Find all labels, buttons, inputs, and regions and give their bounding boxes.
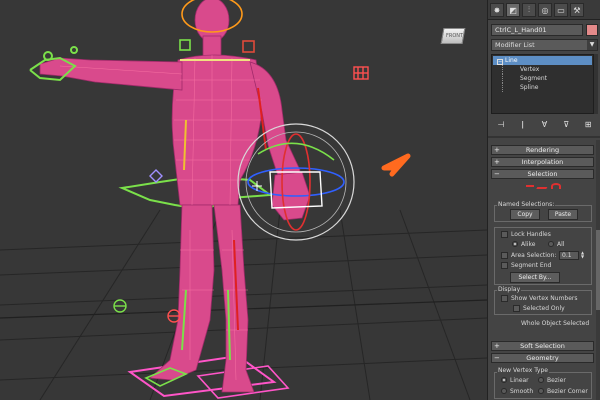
all-label: All	[557, 241, 565, 248]
remove-modifier-icon[interactable]: ⊽	[560, 119, 572, 131]
bezier-radio[interactable]	[538, 377, 544, 383]
smooth-radio[interactable]	[501, 388, 507, 394]
selection-status-text: Whole Object Selected	[521, 320, 590, 327]
all-radio[interactable]	[548, 241, 554, 247]
command-panel-tabs: ✸ ◩ ⫶ ◎ ▭ ⚒	[488, 0, 600, 20]
object-color-swatch[interactable]	[586, 24, 598, 36]
area-selection-checkbox[interactable]	[501, 252, 508, 259]
select-by-button[interactable]: Select By...	[510, 272, 560, 283]
lock-handles-label: Lock Handles	[511, 231, 551, 238]
stack-item-spline[interactable]: Spline	[502, 83, 592, 92]
shoulder-control-right	[179, 39, 191, 51]
stack-scrollbar[interactable]	[594, 54, 598, 114]
stack-item-vertex[interactable]: Vertex	[502, 65, 592, 74]
bezier-corner-label: Bezier Corner	[547, 388, 588, 395]
segment-end-checkbox[interactable]	[501, 262, 508, 269]
viewcube-label: FRONT	[446, 33, 464, 39]
segment-end-label: Segment End	[511, 262, 552, 269]
create-tab[interactable]: ✸	[490, 3, 504, 17]
command-panel: ✸ ◩ ⫶ ◎ ▭ ⚒ CtrlC_L_Hand01 Modifier List…	[487, 0, 600, 400]
bezier-corner-radio[interactable]	[538, 388, 544, 394]
hierarchy-tab[interactable]: ⫶	[522, 3, 536, 17]
collapse-icon[interactable]: −	[497, 59, 503, 65]
show-vertex-numbers-label: Show Vertex Numbers	[511, 295, 578, 302]
shoulder-control-left	[242, 40, 255, 53]
orange-arrow-annotation	[381, 153, 411, 177]
segment-mode-icon[interactable]	[536, 183, 550, 189]
copy-button[interactable]: Copy	[510, 209, 540, 220]
selection-rollout[interactable]: − Selection	[491, 169, 594, 179]
object-name-field[interactable]: CtrlC_L_Hand01	[491, 24, 583, 36]
area-selection-spinner[interactable]: 0.1	[559, 251, 579, 260]
soft-selection-rollout[interactable]: + Soft Selection	[491, 341, 594, 351]
geometry-rollout[interactable]: − Geometry	[491, 353, 594, 363]
pin-stack-icon[interactable]: ⊣	[495, 119, 507, 131]
viewcube[interactable]: FRONT	[436, 24, 472, 50]
spline-mode-icon[interactable]	[551, 183, 561, 189]
selected-only-label: Selected Only	[523, 305, 565, 312]
show-end-result-icon[interactable]: ǀ	[517, 119, 529, 131]
modifier-list-dropdown[interactable]: Modifier List ▼	[491, 39, 598, 51]
display-label: Display	[497, 286, 522, 293]
utilities-tab[interactable]: ⚒	[570, 3, 584, 17]
alike-radio[interactable]	[512, 241, 518, 247]
display-tab[interactable]: ▭	[554, 3, 568, 17]
named-selections-label: Named Selections:	[497, 201, 556, 208]
scene-canvas[interactable]	[0, 0, 487, 400]
linear-radio[interactable]	[501, 377, 507, 383]
subobject-icons	[526, 183, 566, 193]
ik-control-icon	[353, 66, 369, 80]
new-vertex-type-label: New Vertex Type	[497, 367, 549, 374]
make-unique-icon[interactable]: ∀	[538, 119, 550, 131]
selected-only-checkbox[interactable]	[513, 305, 520, 312]
perspective-viewport[interactable]: FRONT	[0, 0, 487, 400]
paste-button[interactable]: Paste	[548, 209, 578, 220]
panel-scroll-thumb[interactable]	[596, 230, 600, 310]
spinner-arrows-icon[interactable]: ▲ ▼	[580, 251, 585, 260]
smooth-label: Smooth	[510, 388, 534, 395]
show-vertex-numbers-checkbox[interactable]	[501, 295, 508, 302]
alike-label: Alike	[521, 241, 536, 248]
modifier-stack[interactable]: − Line Vertex Segment Spline	[491, 54, 594, 114]
linear-label: Linear	[510, 377, 529, 384]
modify-tab[interactable]: ◩	[506, 3, 520, 17]
interpolation-rollout[interactable]: + Interpolation	[491, 157, 594, 167]
motion-tab[interactable]: ◎	[538, 3, 552, 17]
rendering-rollout[interactable]: + Rendering	[491, 145, 594, 155]
stack-item-segment[interactable]: Segment	[502, 74, 592, 83]
configure-sets-icon[interactable]: ⊞	[582, 119, 594, 131]
stack-item-line[interactable]: − Line	[493, 56, 592, 65]
vertex-mode-icon[interactable]	[526, 185, 534, 188]
area-selection-label: Area Selection:	[511, 252, 557, 259]
bezier-label: Bezier	[547, 377, 566, 384]
panel-scrollbar[interactable]	[596, 140, 600, 400]
knee-control-right	[113, 299, 127, 313]
lock-handles-checkbox[interactable]	[501, 231, 508, 238]
stack-toolbar: ⊣ ǀ ∀ ⊽ ⊞	[490, 118, 599, 132]
chevron-down-icon: ▼	[587, 40, 597, 50]
modifier-list-label: Modifier List	[495, 41, 535, 49]
